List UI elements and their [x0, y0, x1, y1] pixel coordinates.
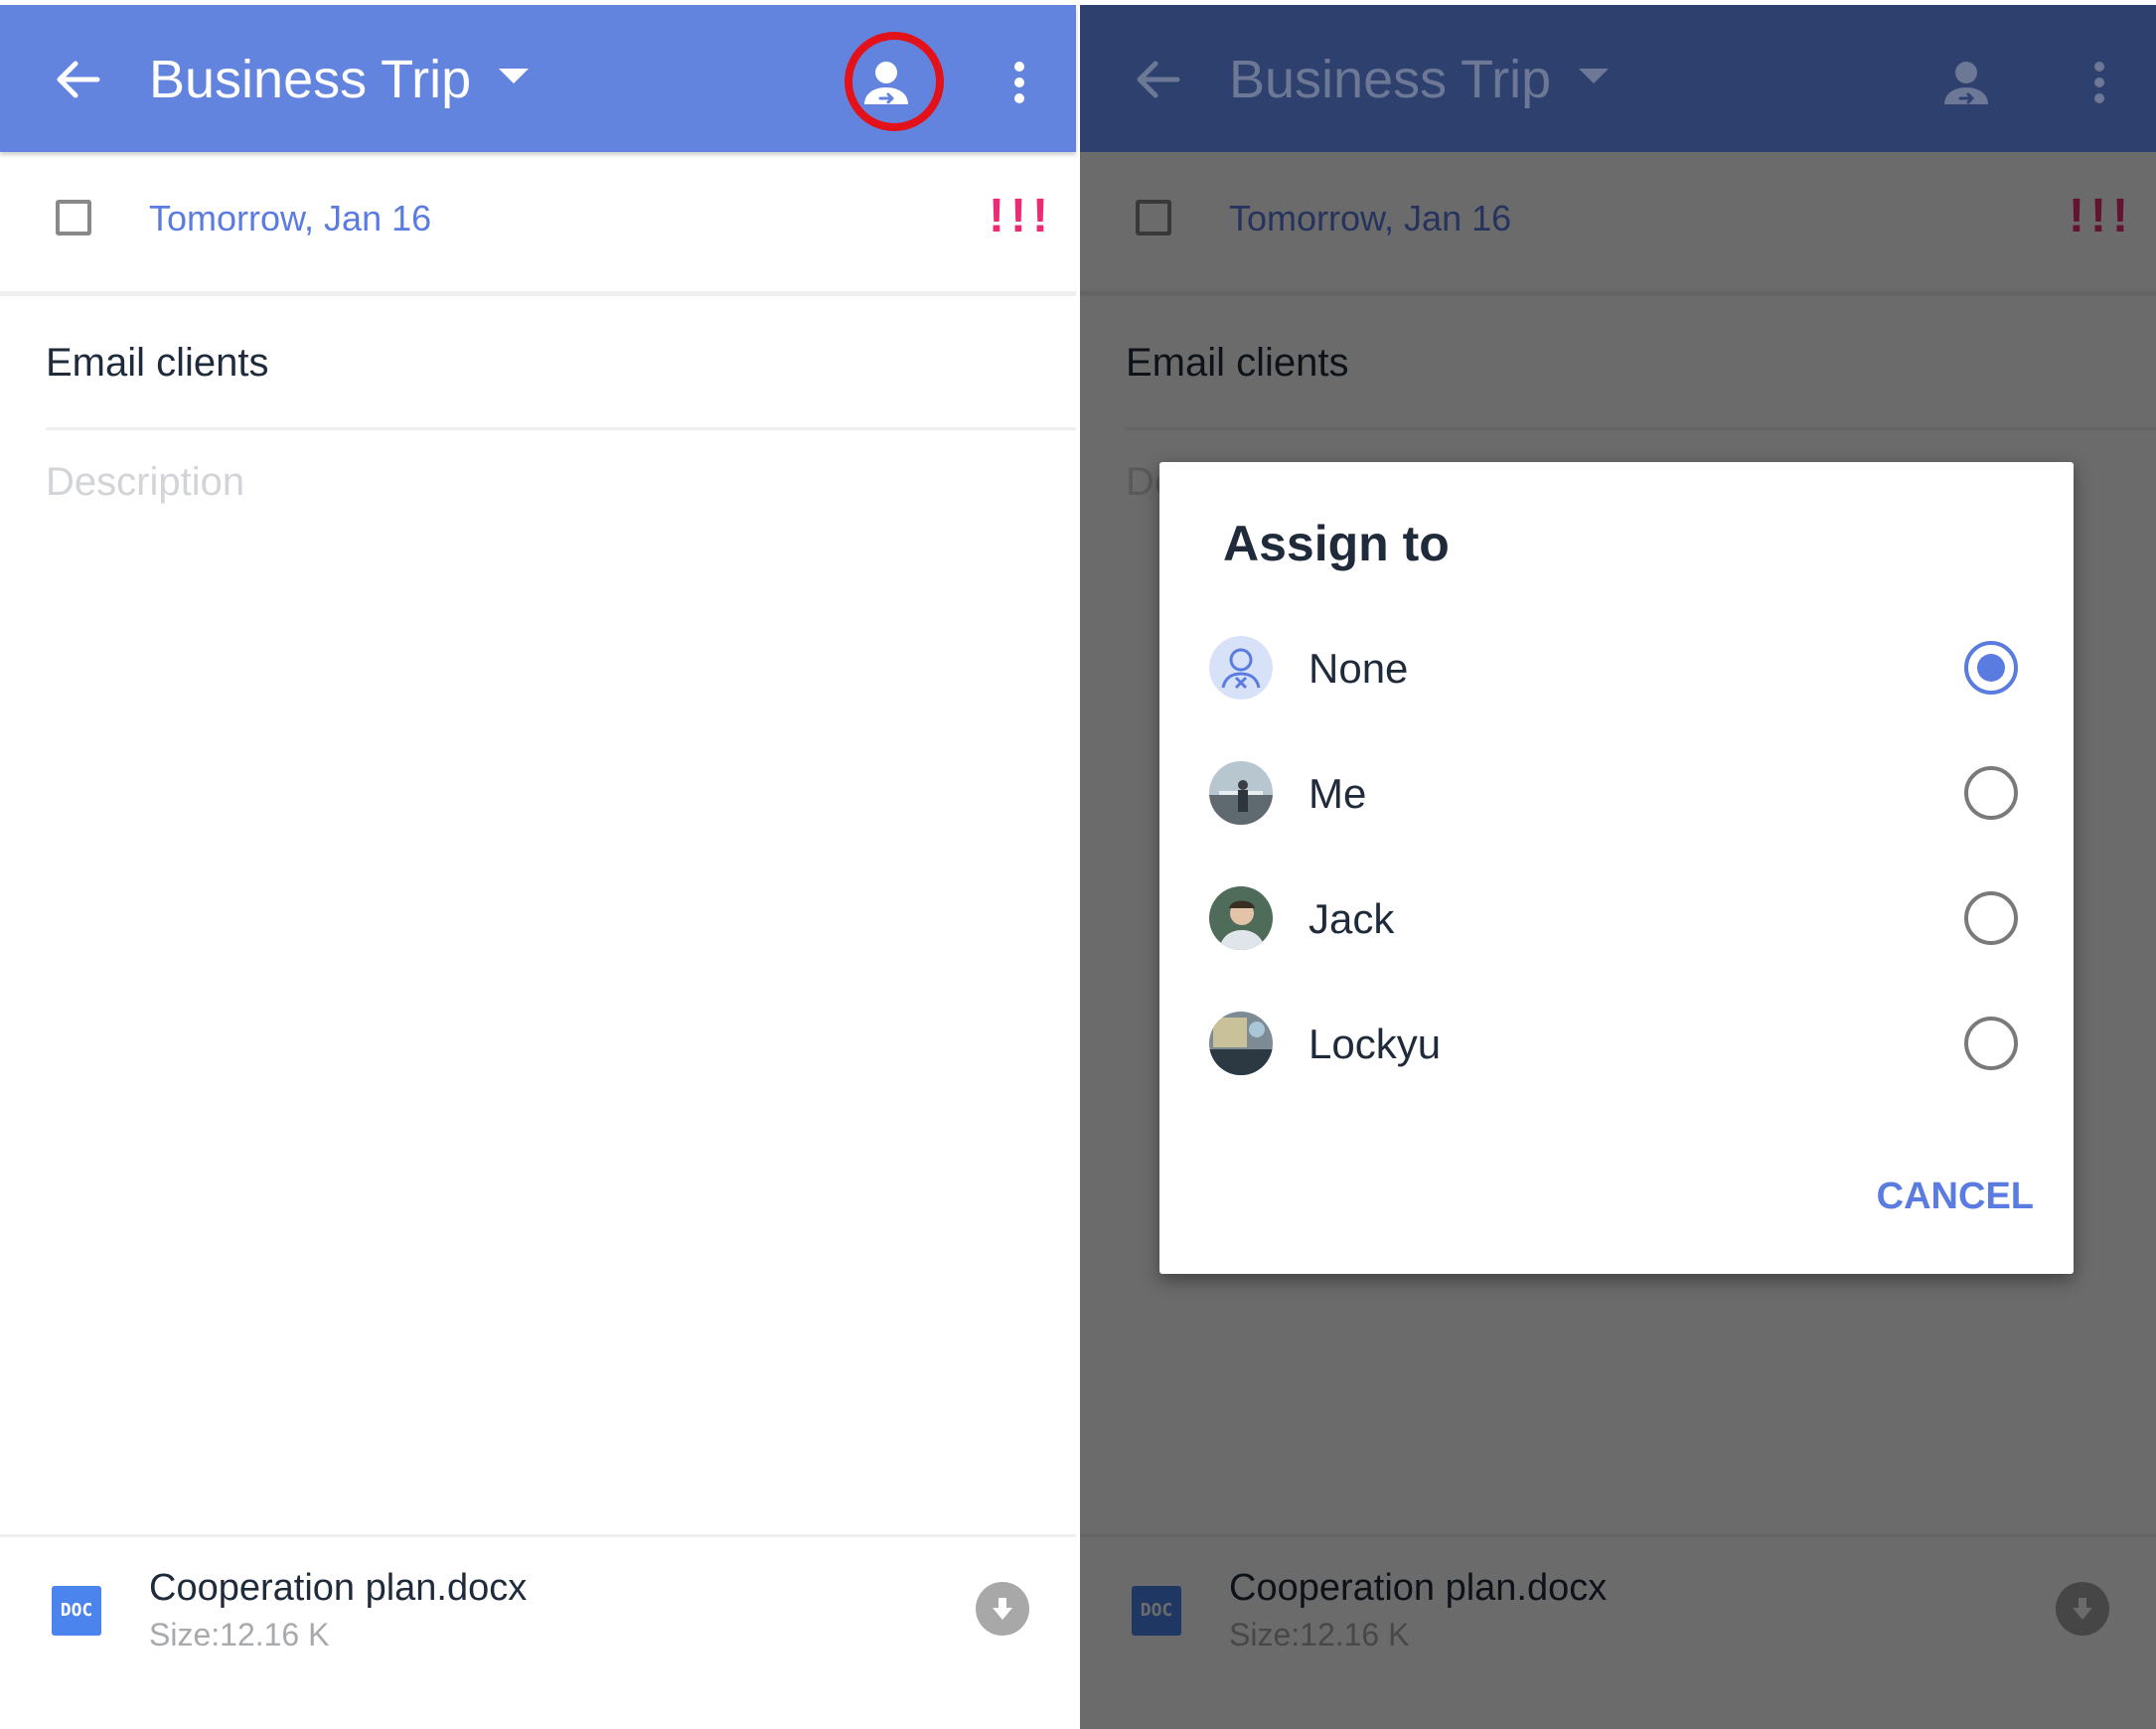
radio-unselected[interactable]: [1964, 766, 2018, 820]
complete-checkbox[interactable]: [56, 200, 91, 236]
avatar: [1209, 886, 1273, 950]
assign-option-jack[interactable]: Jack: [1159, 864, 2074, 974]
option-label: Jack: [1309, 895, 1395, 942]
more-vertical-icon[interactable]: [1001, 53, 1037, 112]
caret-down-icon[interactable]: [499, 69, 529, 83]
arrow-left-icon[interactable]: [48, 50, 107, 109]
app-bar: Business Trip: [1080, 5, 2156, 152]
no-assignee-icon: [1209, 636, 1273, 700]
task-title[interactable]: Email clients: [46, 338, 269, 388]
dialog-title: Assign to: [1223, 516, 1450, 571]
radio-unselected[interactable]: [1964, 891, 2018, 945]
cancel-button[interactable]: CANCEL: [1875, 1173, 2034, 1220]
attachment-name[interactable]: Cooperation plan.docx: [149, 1564, 527, 1612]
avatar: [1209, 1012, 1273, 1075]
radio-selected[interactable]: [1964, 641, 2018, 695]
assign-option-lockyu[interactable]: Lockyu: [1159, 990, 2074, 1099]
avatar: [1209, 761, 1273, 825]
divider: [46, 427, 1076, 430]
description-field[interactable]: Description: [46, 457, 244, 507]
highlight-circle: [845, 32, 944, 131]
assign-person-icon: [1936, 55, 1996, 114]
list-title: Business Trip: [1229, 50, 1552, 109]
attachment-size: Size:12.16 K: [149, 1617, 330, 1652]
assign-option-me[interactable]: Me: [1159, 739, 2074, 849]
more-vertical-icon: [2081, 53, 2117, 112]
priority-marks[interactable]: !!!: [989, 192, 1054, 241]
divider: [0, 1534, 1076, 1537]
assign-option-none[interactable]: None: [1159, 614, 2074, 723]
option-label: Lockyu: [1309, 1021, 1442, 1067]
assign-dialog: Assign to None Me Jack Lockyu CANCEL: [1159, 462, 2074, 1274]
due-date-row[interactable]: Tomorrow, Jan 16 !!!: [0, 152, 1076, 296]
task-detail-screen: Business Trip Tomorrow, Jan 16 !!! Email…: [0, 0, 1078, 1729]
due-date[interactable]: Tomorrow, Jan 16: [149, 197, 431, 240]
arrow-left-icon: [1128, 50, 1187, 109]
radio-unselected[interactable]: [1964, 1017, 2018, 1070]
caret-down-icon: [1579, 69, 1609, 83]
download-icon[interactable]: [976, 1582, 1029, 1636]
option-label: Me: [1309, 770, 1367, 817]
option-label: None: [1309, 645, 1409, 692]
doc-file-icon: DOC: [52, 1586, 101, 1636]
list-title[interactable]: Business Trip: [149, 50, 471, 109]
assign-dialog-screen: Business Trip Tomorrow, Jan 16 !!! Email…: [1080, 0, 2156, 1729]
